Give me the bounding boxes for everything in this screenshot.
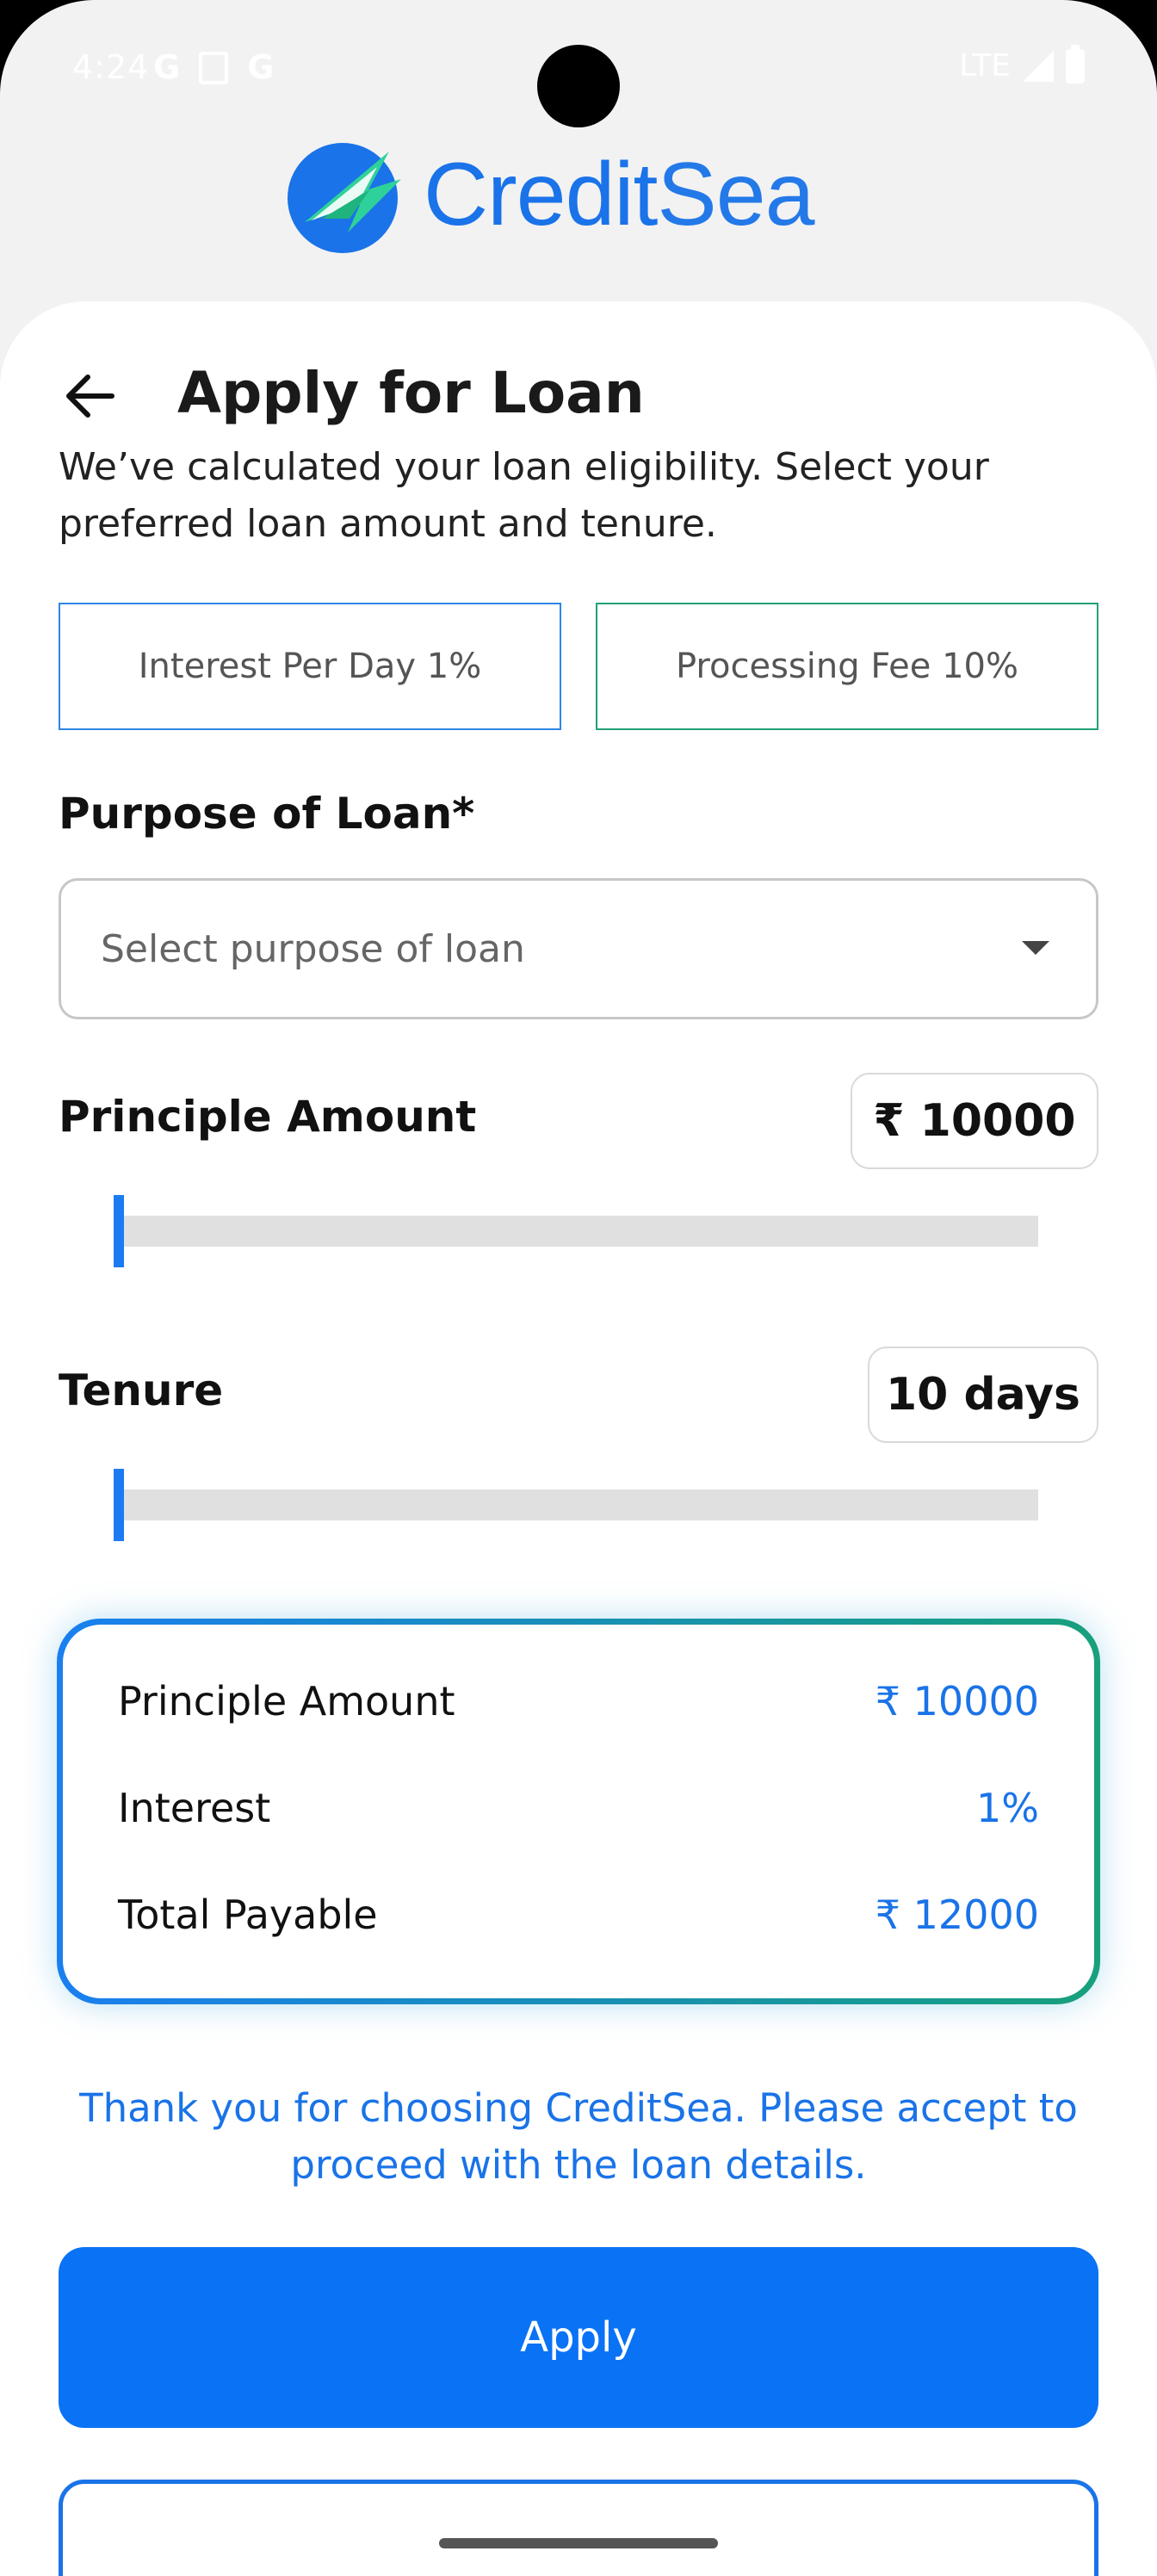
google-notification-icon: G	[153, 48, 181, 86]
secondary-button[interactable]	[59, 2480, 1098, 2576]
summary-total-label: Total Payable	[118, 1892, 378, 1938]
logo-mark-icon	[288, 143, 401, 253]
tenure-slider-thumb[interactable]	[114, 1469, 124, 1541]
summary-principal-value: ₹ 10000	[875, 1678, 1039, 1725]
interest-rate-box: Interest Per Day 1%	[59, 603, 561, 730]
apply-button[interactable]: Apply	[59, 2247, 1098, 2428]
purpose-label: Purpose of Loan*	[59, 789, 475, 839]
clipboard-notification-icon	[199, 52, 229, 84]
google-notification-icon-2: G	[247, 48, 275, 86]
status-notification-icons: G G	[153, 48, 274, 86]
summary-row: Total Payable ₹ 12000	[118, 1892, 1039, 1938]
summary-row: Principle Amount ₹ 10000	[118, 1678, 1039, 1725]
tenure-slider[interactable]	[115, 1489, 1038, 1520]
home-indicator[interactable]	[439, 2538, 718, 2548]
summary-interest-label: Interest	[118, 1785, 271, 1831]
summary-principal-label: Principle Amount	[118, 1678, 455, 1725]
loan-summary-content: Principle Amount ₹ 10000 Interest 1% Tot…	[63, 1625, 1094, 1998]
summary-row: Interest 1%	[118, 1785, 1039, 1831]
network-type-label: LTE	[959, 48, 1011, 84]
principal-label: Principle Amount	[59, 1092, 477, 1142]
principal-value[interactable]: ₹ 10000	[851, 1073, 1098, 1169]
acceptance-notice: Thank you for choosing CreditSea. Please…	[79, 2085, 1078, 2188]
back-button[interactable]	[55, 362, 124, 430]
page-subtitle: We’ve calculated your loan eligibility. …	[59, 445, 989, 546]
battery-icon	[1066, 44, 1085, 84]
purpose-select[interactable]: Select purpose of loan	[59, 878, 1098, 1019]
loan-summary-card: Principle Amount ₹ 10000 Interest 1% Tot…	[57, 1619, 1100, 2004]
signal-icon	[1023, 50, 1054, 82]
tenure-label: Tenure	[59, 1365, 224, 1415]
logo-text-credit: Credit	[424, 144, 658, 245]
arrow-left-icon	[66, 375, 114, 418]
tenure-value[interactable]: 10 days	[868, 1347, 1098, 1443]
status-time: 4:24	[72, 48, 150, 86]
processing-fee-box: Processing Fee 10%	[596, 603, 1098, 730]
logo-text-sea: Sea	[657, 144, 814, 245]
status-bar: 4:24 G G LTE	[0, 0, 1157, 129]
status-system-icons: LTE	[959, 44, 1085, 84]
principal-slider-thumb[interactable]	[114, 1195, 124, 1267]
creditsea-logo: CreditSea	[288, 136, 814, 253]
purpose-select-placeholder: Select purpose of loan	[101, 926, 525, 971]
summary-total-value: ₹ 12000	[875, 1892, 1039, 1938]
summary-interest-value: 1%	[976, 1785, 1039, 1831]
front-camera-cutout	[537, 45, 620, 127]
principal-slider[interactable]	[115, 1216, 1038, 1247]
page-title: Apply for Loan	[177, 360, 645, 426]
chevron-down-icon	[1022, 941, 1049, 955]
logo-wordmark: CreditSea	[424, 144, 814, 246]
app-screen: 4:24 G G LTE CreditSea Apply for Loan We…	[0, 0, 1157, 2576]
